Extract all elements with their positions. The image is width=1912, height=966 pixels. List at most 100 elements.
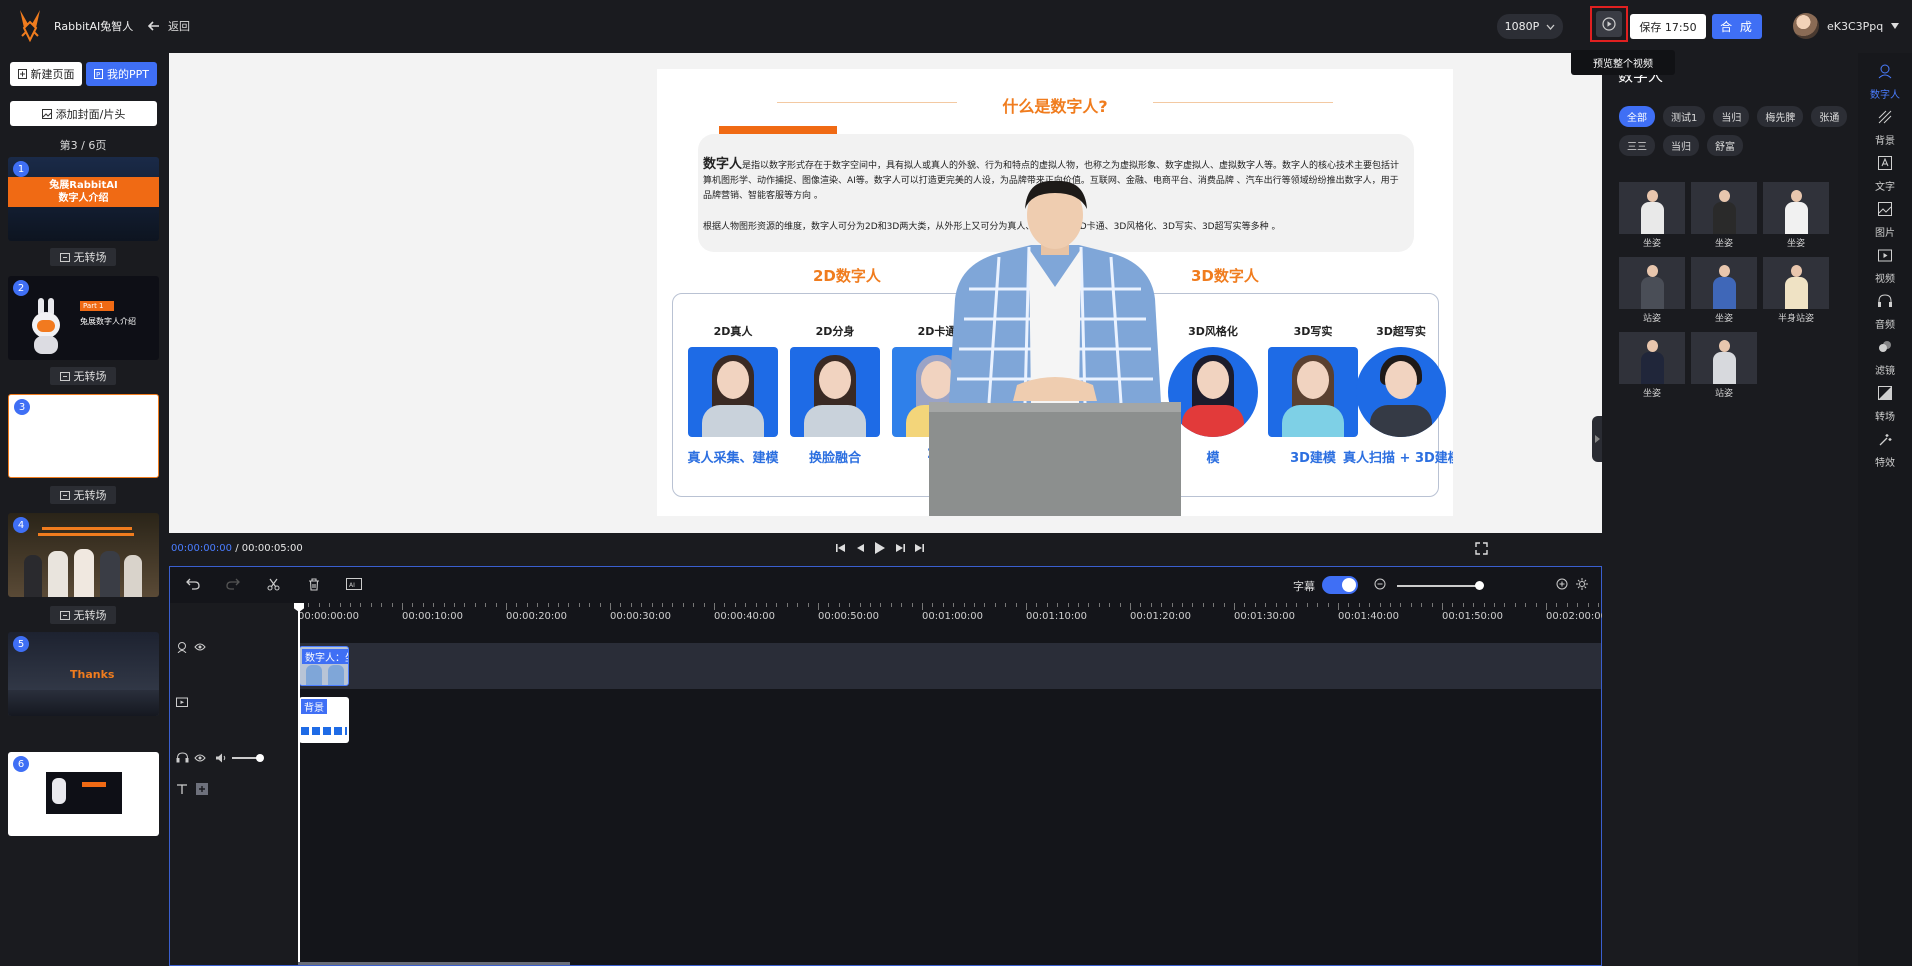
avatar-card[interactable]: 坐姿 bbox=[1691, 257, 1757, 324]
filter-chip[interactable]: 舒富 bbox=[1707, 135, 1743, 156]
my-ppt-button[interactable]: P 我的PPT bbox=[86, 62, 157, 86]
transition-button-3[interactable]: 无转场 bbox=[50, 486, 116, 504]
transition-icon bbox=[59, 490, 70, 500]
next-frame-icon[interactable] bbox=[895, 543, 905, 553]
preview-video-button[interactable] bbox=[1590, 6, 1628, 42]
nav-effects[interactable]: 特效 bbox=[1858, 431, 1912, 469]
nav-digital-human[interactable]: 数字人 bbox=[1858, 63, 1912, 101]
volume-icon[interactable] bbox=[215, 753, 227, 763]
zoom-in-icon[interactable] bbox=[1556, 578, 1568, 590]
filter-chip[interactable]: 全部 bbox=[1619, 106, 1655, 127]
slide-thumb-title: 兔展数字人介绍 bbox=[80, 317, 136, 326]
zoom-out-icon[interactable] bbox=[1374, 578, 1386, 590]
volume-slider-track[interactable] bbox=[232, 757, 258, 759]
slide-thumb-3[interactable]: 3 bbox=[8, 394, 159, 478]
scissors-icon[interactable] bbox=[267, 578, 280, 591]
avatar-card[interactable]: 坐姿 bbox=[1619, 182, 1685, 249]
fullscreen-icon[interactable] bbox=[1475, 542, 1488, 555]
nav-label: 特效 bbox=[1875, 458, 1895, 469]
timeline-ruler[interactable]: 00:00:00:00 00:00:10:00 00:00:20:00 00:00:3… bbox=[298, 603, 1607, 629]
nav-audio[interactable]: 音频 bbox=[1858, 293, 1912, 331]
play-icon[interactable] bbox=[874, 541, 886, 555]
ppt-icon: P bbox=[94, 69, 103, 79]
undo-icon[interactable] bbox=[186, 578, 200, 590]
avatar-card[interactable]: 坐姿 bbox=[1619, 332, 1685, 399]
avatar-card[interactable]: 半身站姿 bbox=[1763, 257, 1829, 324]
nav-video[interactable]: 视频 bbox=[1858, 247, 1912, 285]
volume-slider-handle[interactable] bbox=[256, 754, 264, 762]
tick-mark bbox=[433, 603, 435, 607]
delete-icon[interactable] bbox=[308, 578, 320, 591]
svg-text:P: P bbox=[96, 71, 100, 79]
slide-thumb-2[interactable]: 2 Part 1 兔展数字人介绍 bbox=[8, 276, 159, 360]
tick-mark bbox=[1265, 603, 1267, 607]
avatar-card[interactable]: 站姿 bbox=[1691, 332, 1757, 399]
preview-stage[interactable]: 什么是数字人? 数字人是指以数字形式存在于数字空间中，具有拟人或真人的外貌、行为… bbox=[169, 53, 1602, 533]
avatar-card[interactable]: 坐姿 bbox=[1691, 182, 1757, 249]
nav-text[interactable]: 文字 bbox=[1858, 155, 1912, 193]
background-clip[interactable]: 背景 bbox=[299, 697, 349, 743]
timeline-scrollbar[interactable] bbox=[298, 962, 570, 965]
tick-mark bbox=[1473, 603, 1475, 607]
zoom-slider-track[interactable] bbox=[1397, 585, 1481, 587]
tick-mark bbox=[703, 603, 705, 607]
tick-mark bbox=[974, 603, 975, 607]
resolution-select[interactable]: 1080P bbox=[1497, 14, 1563, 39]
tick-mark bbox=[1338, 603, 1339, 610]
save-button[interactable]: 保存 17:50 bbox=[1630, 14, 1706, 39]
skip-to-start-icon[interactable] bbox=[836, 543, 846, 553]
avatar-card[interactable]: 站姿 bbox=[1619, 257, 1685, 324]
tick-mark bbox=[599, 603, 601, 607]
digital-human-icon bbox=[1878, 64, 1892, 79]
tick-mark bbox=[1213, 603, 1215, 607]
slide-panel: 新建页面 P 我的PPT 添加封面/片头 第3 / 6页 1 兔展RabbitA… bbox=[0, 53, 166, 966]
user-menu[interactable]: eK3C3Ppq bbox=[1793, 13, 1900, 39]
chevron-down-icon bbox=[1546, 24, 1555, 30]
nav-label: 视频 bbox=[1875, 274, 1895, 285]
tick-mark bbox=[1525, 603, 1527, 607]
transition-label: 无转场 bbox=[73, 609, 107, 622]
transition-button-4[interactable]: 无转场 bbox=[50, 606, 116, 624]
digital-human-track[interactable] bbox=[298, 643, 1601, 689]
tick-mark bbox=[942, 603, 944, 607]
slide-canvas[interactable]: 什么是数字人? 数字人是指以数字形式存在于数字空间中，具有拟人或真人的外貌、行为… bbox=[657, 69, 1453, 516]
eye-icon[interactable] bbox=[194, 643, 206, 651]
filter-chip[interactable]: 测试1 bbox=[1663, 106, 1706, 127]
ai-subtitle-icon[interactable]: AI bbox=[346, 578, 362, 592]
nav-transition[interactable]: 转场 bbox=[1858, 385, 1912, 423]
redo-icon[interactable] bbox=[226, 578, 240, 590]
tick-mark bbox=[963, 603, 965, 607]
slide-thumb-6[interactable]: 6 bbox=[8, 752, 159, 836]
digital-human-clip[interactable]: 数字人：坐 bbox=[299, 646, 349, 686]
compose-button[interactable]: 合 成 bbox=[1712, 14, 1762, 39]
transition-button-2[interactable]: 无转场 bbox=[50, 367, 116, 385]
nav-background[interactable]: 背景 bbox=[1858, 109, 1912, 147]
filter-chip[interactable]: 张通 bbox=[1811, 106, 1848, 127]
slide-thumb-5[interactable]: 5 Thanks bbox=[8, 632, 159, 716]
filter-chip[interactable]: 当归 bbox=[1713, 106, 1750, 127]
avatar-card[interactable]: 坐姿 bbox=[1763, 182, 1829, 249]
tick-mark bbox=[1452, 603, 1454, 607]
filter-chip[interactable]: 三三 bbox=[1619, 135, 1655, 156]
add-cover-button[interactable]: 添加封面/片头 bbox=[10, 101, 157, 126]
slide-thumb-4[interactable]: 4 bbox=[8, 513, 159, 597]
tick-mark bbox=[984, 603, 986, 607]
transition-button-1[interactable]: 无转场 bbox=[50, 248, 116, 266]
filter-chip[interactable]: 当归 bbox=[1663, 135, 1699, 156]
previous-frame-icon[interactable] bbox=[855, 543, 865, 553]
nav-image[interactable]: 图片 bbox=[1858, 201, 1912, 239]
filter-chip[interactable]: 梅先脾 bbox=[1757, 106, 1804, 127]
brand[interactable]: RabbitAI兔智人 bbox=[16, 10, 133, 42]
eye-icon[interactable] bbox=[194, 754, 206, 762]
add-text-icon[interactable] bbox=[196, 783, 208, 795]
subtitle-toggle[interactable] bbox=[1322, 576, 1358, 594]
nav-filter[interactable]: 滤镜 bbox=[1858, 339, 1912, 377]
playhead[interactable] bbox=[298, 603, 300, 965]
digital-human-presenter[interactable] bbox=[929, 179, 1181, 516]
new-page-button[interactable]: 新建页面 bbox=[10, 62, 82, 86]
slide-thumb-1[interactable]: 1 兔展RabbitAI 数字人介绍 bbox=[8, 157, 159, 241]
back-button[interactable]: 返回 bbox=[148, 18, 190, 34]
zoom-slider-handle[interactable] bbox=[1475, 581, 1484, 590]
fit-timeline-icon[interactable] bbox=[1576, 578, 1588, 590]
skip-to-end-icon[interactable] bbox=[914, 543, 924, 553]
